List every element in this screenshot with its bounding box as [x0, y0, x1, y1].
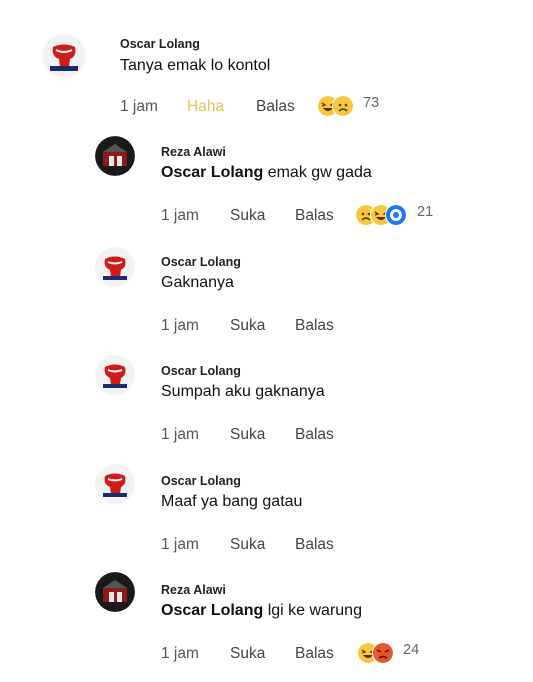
- wow-emoji-icon: [385, 204, 407, 226]
- tongue-logo-icon: [95, 355, 135, 395]
- like-button[interactable]: Suka: [230, 536, 265, 554]
- timestamp[interactable]: 1 jam: [161, 426, 199, 444]
- reply-button[interactable]: Balas: [295, 426, 334, 444]
- reaction-count: 21: [417, 204, 434, 220]
- profile-photo-icon: [95, 572, 135, 612]
- reaction-summary[interactable]: 24: [357, 642, 447, 664]
- like-button[interactable]: Suka: [230, 645, 265, 663]
- comment-text: Tanya emak lo kontol: [120, 57, 270, 75]
- mention-link[interactable]: Oscar Lolang: [161, 602, 263, 619]
- comment-text-body: Tanya emak lo kontol: [120, 57, 271, 74]
- timestamp[interactable]: 1 jam: [161, 645, 199, 663]
- commenter-name[interactable]: Oscar Lolang: [161, 474, 241, 488]
- angry-emoji-icon: [372, 642, 394, 664]
- comment-text: Oscar Lolang emak gw gada: [161, 164, 372, 182]
- reply-button[interactable]: Balas: [295, 207, 334, 225]
- comment-text: Oscar Lolang lgi ke warung: [161, 602, 362, 620]
- commenter-name[interactable]: Oscar Lolang: [161, 255, 241, 269]
- sad-emoji-icon: [332, 95, 354, 117]
- avatar[interactable]: [95, 464, 135, 504]
- reaction-count: 24: [403, 642, 420, 658]
- mention-link[interactable]: Oscar Lolang: [161, 164, 263, 181]
- like-button[interactable]: Suka: [230, 317, 265, 335]
- reply-button[interactable]: Balas: [295, 536, 334, 554]
- profile-photo-icon: [95, 136, 135, 176]
- comment-text: Maaf ya bang gatau: [161, 493, 302, 511]
- commenter-name[interactable]: Oscar Lolang: [161, 364, 241, 378]
- comment-actions: 1 jam Suka Balas 24: [161, 642, 461, 665]
- comment-actions: 1 jam Suka Balas: [161, 536, 411, 556]
- comment-actions: 1 jam Suka Balas: [161, 426, 411, 446]
- comment-actions: 1 jam Suka Balas: [161, 317, 411, 337]
- comment-text-body: Sumpah aku gaknanya: [161, 383, 325, 400]
- tongue-logo-icon: [42, 34, 86, 78]
- haha-reaction-button[interactable]: Haha: [187, 98, 224, 116]
- tongue-logo-icon: [95, 247, 135, 287]
- tongue-logo-icon: [95, 464, 135, 504]
- commenter-name[interactable]: Oscar Lolang: [120, 37, 200, 51]
- like-button[interactable]: Suka: [230, 426, 265, 444]
- commenter-name[interactable]: Reza Alawi: [161, 145, 226, 159]
- reaction-summary[interactable]: 73: [317, 95, 397, 117]
- timestamp[interactable]: 1 jam: [161, 536, 199, 554]
- reply-button[interactable]: Balas: [295, 645, 334, 663]
- comment-text: Sumpah aku gaknanya: [161, 383, 325, 401]
- comment-text: Gaknanya: [161, 274, 234, 292]
- avatar[interactable]: [42, 34, 86, 78]
- reply-button[interactable]: Balas: [256, 98, 295, 116]
- comment-text-body: Gaknanya: [161, 274, 234, 291]
- comment-actions: 1 jam Haha Balas 73: [120, 95, 420, 118]
- avatar[interactable]: [95, 572, 135, 612]
- reaction-summary[interactable]: 21: [355, 204, 455, 226]
- avatar[interactable]: [95, 136, 135, 176]
- avatar[interactable]: [95, 355, 135, 395]
- comment-text-body: emak gw gada: [267, 164, 372, 181]
- comment-actions: 1 jam Suka Balas 21: [161, 204, 461, 227]
- timestamp[interactable]: 1 jam: [161, 317, 199, 335]
- timestamp[interactable]: 1 jam: [161, 207, 199, 225]
- timestamp[interactable]: 1 jam: [120, 98, 158, 116]
- comment-text-body: lgi ke warung: [267, 602, 362, 619]
- reply-button[interactable]: Balas: [295, 317, 334, 335]
- like-button[interactable]: Suka: [230, 207, 265, 225]
- commenter-name[interactable]: Reza Alawi: [161, 583, 226, 597]
- comment-text-body: Maaf ya bang gatau: [161, 493, 303, 510]
- avatar[interactable]: [95, 247, 135, 287]
- reaction-count: 73: [363, 95, 380, 111]
